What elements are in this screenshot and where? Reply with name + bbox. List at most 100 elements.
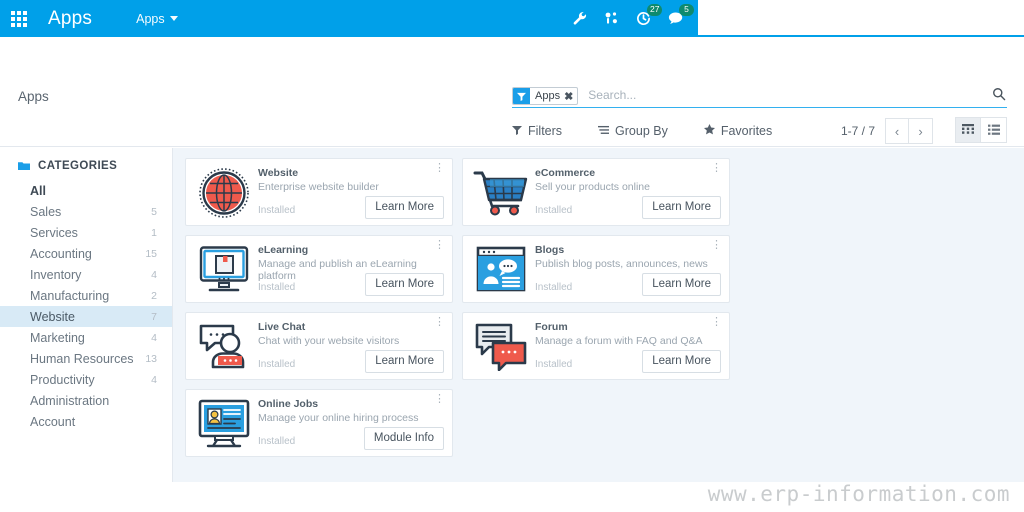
sidebar-item-all[interactable]: All bbox=[0, 180, 172, 201]
app-action-button[interactable]: Learn More bbox=[642, 196, 721, 219]
app-install-state: Installed bbox=[535, 205, 573, 216]
search-input[interactable] bbox=[584, 88, 1007, 104]
close-icon[interactable]: ✖ bbox=[563, 88, 577, 104]
app-card[interactable]: ⋮ Website Enterprise website builder Instal… bbox=[185, 158, 453, 226]
app-description: Enterprise website builder bbox=[258, 181, 379, 193]
filters-button[interactable]: Filters bbox=[512, 124, 562, 138]
sidebar-item-label: Marketing bbox=[30, 330, 85, 345]
app-card-body: ⋮ Blogs Publish blog posts, announces, new… bbox=[531, 240, 722, 296]
search-icon[interactable] bbox=[992, 87, 1006, 106]
app-card[interactable]: ⋮ eCommerce Sell your products online Insta… bbox=[462, 158, 730, 226]
navbar-systray: 27 5 bbox=[572, 4, 698, 26]
sidebar-item-marketing[interactable]: Marketing 4 bbox=[0, 327, 172, 348]
folder-icon bbox=[18, 161, 30, 171]
app-title: eLearning bbox=[258, 244, 309, 256]
sidebar-item-human-resources[interactable]: Human Resources 13 bbox=[0, 348, 172, 369]
app-description: Publish blog posts, announces, news bbox=[535, 258, 708, 270]
sidebar-item-inventory[interactable]: Inventory 4 bbox=[0, 264, 172, 285]
favorites-button[interactable]: Favorites bbox=[703, 124, 773, 138]
app-action-button[interactable]: Learn More bbox=[365, 350, 444, 373]
sidebar-item-productivity[interactable]: Productivity 4 bbox=[0, 369, 172, 390]
sidebar-item-label: Services bbox=[30, 225, 78, 240]
monitor-book-icon bbox=[194, 242, 254, 298]
app-card-body: ⋮ Online Jobs Manage your online hiring pr… bbox=[254, 394, 445, 450]
app-install-state: Installed bbox=[258, 282, 296, 293]
sidebar-item-count: 15 bbox=[145, 247, 157, 260]
card-menu-icon[interactable]: ⋮ bbox=[711, 240, 722, 251]
sidebar-item-services[interactable]: Services 1 bbox=[0, 222, 172, 243]
app-card-body: ⋮ Website Enterprise website builder Instal… bbox=[254, 163, 445, 219]
categories-sidebar: CATEGORIES All Sales 5 Services 1 Accounting 1… bbox=[0, 148, 172, 482]
app-action-button[interactable]: Learn More bbox=[365, 273, 444, 296]
card-menu-icon[interactable]: ⋮ bbox=[711, 317, 722, 328]
app-card[interactable]: ⋮ Live Chat Chat with your website visitor… bbox=[185, 312, 453, 380]
sidebar-item-count: 4 bbox=[151, 331, 157, 344]
grid-view-icon[interactable] bbox=[955, 117, 981, 143]
sidebar-item-count: 5 bbox=[151, 205, 157, 218]
sidebar-item-administration[interactable]: Administration bbox=[0, 390, 172, 411]
card-menu-icon[interactable]: ⋮ bbox=[434, 163, 445, 174]
wrench-icon[interactable] bbox=[572, 11, 587, 26]
sidebar-item-count: 2 bbox=[151, 289, 157, 302]
messages-chat-icon[interactable]: 5 bbox=[668, 4, 694, 26]
app-title: Blogs bbox=[535, 244, 565, 256]
card-menu-icon[interactable]: ⋮ bbox=[434, 317, 445, 328]
navbar-brand: Apps bbox=[48, 7, 93, 29]
sidebar-item-label: Productivity bbox=[30, 372, 95, 387]
app-action-button[interactable]: Module Info bbox=[363, 427, 444, 450]
sidebar-item-label: Manufacturing bbox=[30, 288, 110, 303]
monitor-resume-icon bbox=[194, 396, 254, 452]
search-facet-apps[interactable]: Apps ✖ bbox=[512, 87, 579, 105]
navbar-right: 27 5 bbox=[572, 0, 1024, 37]
search-bar: Apps ✖ bbox=[512, 85, 1007, 108]
app-install-state: Installed bbox=[535, 359, 573, 370]
search-view: Apps ✖ bbox=[512, 85, 1007, 108]
pager-next-button[interactable]: › bbox=[909, 118, 933, 144]
app-action-button[interactable]: Learn More bbox=[642, 273, 721, 296]
sidebar-item-sales[interactable]: Sales 5 bbox=[0, 201, 172, 222]
sidebar-item-account[interactable]: Account bbox=[0, 411, 172, 432]
card-menu-icon[interactable]: ⋮ bbox=[711, 163, 722, 174]
settings-gear-icon[interactable] bbox=[604, 11, 619, 26]
app-title: Live Chat bbox=[258, 321, 306, 333]
shopping-cart-icon bbox=[471, 165, 531, 221]
sidebar-item-label: Sales bbox=[30, 204, 62, 219]
search-options-bar: Filters Group By Favorites 1-7 / 7 ‹ › bbox=[512, 117, 1007, 145]
apps-grid-icon[interactable] bbox=[0, 0, 38, 37]
favorites-label: Favorites bbox=[720, 124, 773, 138]
app-card-body: ⋮ Live Chat Chat with your website visitor… bbox=[254, 317, 445, 373]
app-action-button[interactable]: Learn More bbox=[642, 350, 721, 373]
breadcrumb: Apps bbox=[18, 89, 49, 104]
list-view-icon[interactable] bbox=[981, 117, 1007, 143]
navbar-apps-menu[interactable]: Apps bbox=[136, 12, 178, 26]
group-by-button[interactable]: Group By bbox=[598, 124, 668, 138]
control-panel: Apps Apps ✖ Search... Filters Group By F… bbox=[0, 37, 1024, 147]
app-install-state: Installed bbox=[258, 205, 296, 216]
app-card[interactable]: ⋮ Online Jobs Manage your online hiring pr… bbox=[185, 389, 453, 457]
app-description: Manage your online hiring process bbox=[258, 412, 419, 424]
user-menu-panel[interactable] bbox=[698, 0, 1024, 37]
app-card[interactable]: ⋮ eLearning Manage and publish an eLearnin… bbox=[185, 235, 453, 303]
pager-previous-button[interactable]: ‹ bbox=[885, 118, 909, 144]
watermark: www.erp-information.com bbox=[707, 482, 1010, 506]
sidebar-item-label: Account bbox=[30, 414, 76, 429]
sidebar-item-accounting[interactable]: Accounting 15 bbox=[0, 243, 172, 264]
app-action-button[interactable]: Learn More bbox=[365, 196, 444, 219]
apps-kanban-grid: ⋮ Website Enterprise website builder Instal… bbox=[172, 148, 1024, 482]
sidebar-item-label: Website bbox=[30, 309, 75, 324]
card-menu-icon[interactable]: ⋮ bbox=[434, 240, 445, 251]
filters-label: Filters bbox=[528, 124, 563, 138]
card-menu-icon[interactable]: ⋮ bbox=[434, 394, 445, 405]
app-card[interactable]: ⋮ Blogs Publish blog posts, announces, new… bbox=[462, 235, 730, 303]
sidebar-item-label: Administration bbox=[30, 393, 110, 408]
sidebar-item-count: 4 bbox=[151, 373, 157, 386]
app-card[interactable]: ⋮ Forum Manage a forum with FAQ and Q&A Ins… bbox=[462, 312, 730, 380]
sidebar-item-website[interactable]: Website 7 bbox=[0, 306, 172, 327]
filter-funnel-icon bbox=[513, 88, 530, 104]
sidebar-item-count: 4 bbox=[151, 268, 157, 281]
sidebar-item-manufacturing[interactable]: Manufacturing 2 bbox=[0, 285, 172, 306]
navbar-apps-menu-label: Apps bbox=[136, 11, 165, 26]
app-description: Sell your products online bbox=[535, 181, 650, 193]
sidebar-item-label: Human Resources bbox=[30, 351, 134, 366]
activity-clock-icon[interactable]: 27 bbox=[636, 4, 663, 26]
